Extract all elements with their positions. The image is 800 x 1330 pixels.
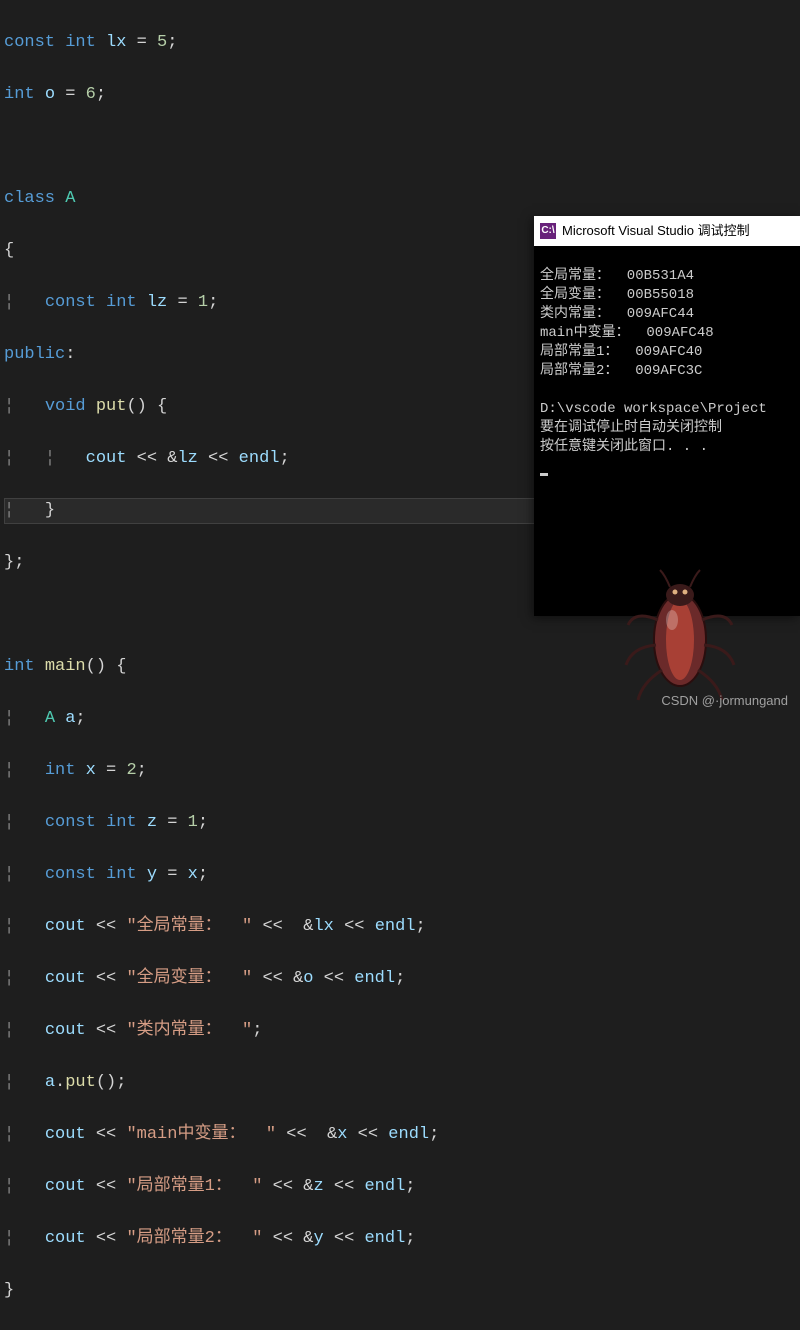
code-line: int main() { xyxy=(4,654,800,680)
code-line: } xyxy=(4,1278,800,1304)
console-line: 要在调试停止时自动关闭控制 xyxy=(540,420,722,436)
code-line: ¦ cout << "局部常量1： " << &z << endl; xyxy=(4,1174,800,1200)
vs-icon: C:\ xyxy=(540,223,556,239)
console-line: D:\vscode workspace\Project xyxy=(540,401,767,417)
code-line: ¦ cout << "类内常量： "; xyxy=(4,1018,800,1044)
code-line xyxy=(4,134,800,160)
code-line: class A xyxy=(4,186,800,212)
code-line: ¦ int x = 2; xyxy=(4,758,800,784)
console-line: 全局变量： 00B55018 xyxy=(540,287,694,303)
console-output[interactable]: 全局常量： 00B531A4 全局变量： 00B55018 类内常量： 009A… xyxy=(534,246,800,616)
code-line: ¦ cout << "全局变量： " << &o << endl; xyxy=(4,966,800,992)
code-line: ¦ cout << "全局常量： " << &lx << endl; xyxy=(4,914,800,940)
code-line: ¦ cout << "main中变量： " << &x << endl; xyxy=(4,1122,800,1148)
code-line: ¦ const int y = x; xyxy=(4,862,800,888)
watermark: CSDN @·jormungand xyxy=(661,688,788,714)
console-line: 全局常量： 00B531A4 xyxy=(540,268,694,284)
console-line: 局部常量2： 009AFC3C xyxy=(540,363,702,379)
code-line: ¦ const int z = 1; xyxy=(4,810,800,836)
code-line: ¦ a.put(); xyxy=(4,1070,800,1096)
cursor-icon xyxy=(540,473,548,476)
console-line: 局部常量1： 009AFC40 xyxy=(540,344,702,360)
code-line: ¦ cout << "局部常量2： " << &y << endl; xyxy=(4,1226,800,1252)
console-line: 按任意键关闭此窗口. . . xyxy=(540,439,708,455)
code-editor[interactable]: const int lx = 5; int o = 6; class A { ¦… xyxy=(0,0,800,1330)
code-line: int o = 6; xyxy=(4,82,800,108)
console-line: 类内常量： 009AFC44 xyxy=(540,306,694,322)
console-line: main中变量： 009AFC48 xyxy=(540,325,714,341)
console-title: Microsoft Visual Studio 调试控制 xyxy=(562,218,750,244)
console-titlebar[interactable]: C:\ Microsoft Visual Studio 调试控制 xyxy=(534,216,800,246)
code-line: const int lx = 5; xyxy=(4,30,800,56)
debug-console-window[interactable]: C:\ Microsoft Visual Studio 调试控制 全局常量： 0… xyxy=(534,216,800,616)
